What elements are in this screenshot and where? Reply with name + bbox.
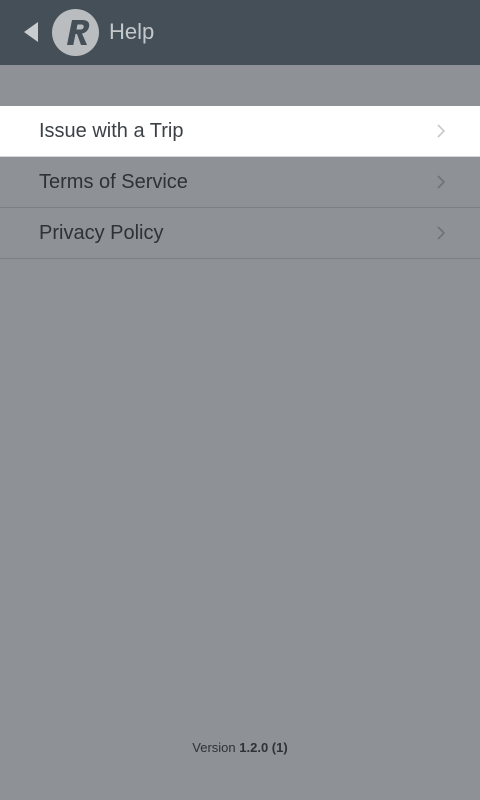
chevron-right-icon: [437, 226, 446, 240]
menu-item-label: Issue with a Trip: [39, 120, 184, 142]
r-logo-icon[interactable]: [52, 9, 99, 56]
menu-item-privacy-policy[interactable]: Privacy Policy: [0, 208, 480, 259]
app-header: Help: [0, 0, 480, 65]
menu-item-label: Terms of Service: [39, 171, 188, 193]
menu-item-label: Privacy Policy: [39, 222, 164, 244]
header-spacer: [0, 65, 480, 106]
back-arrow-icon[interactable]: [24, 22, 38, 42]
version-number: 1.2.0 (1): [239, 740, 288, 755]
chevron-right-icon: [437, 175, 446, 189]
version-text: Version 1.2.0 (1): [0, 740, 480, 755]
chevron-right-icon: [437, 124, 446, 138]
menu-item-terms-of-service[interactable]: Terms of Service: [0, 157, 480, 208]
version-label: Version: [192, 740, 236, 755]
help-menu: Issue with a Trip Terms of Service Priva…: [0, 106, 480, 259]
page-title: Help: [109, 19, 155, 44]
menu-item-issue-with-trip[interactable]: Issue with a Trip: [0, 106, 480, 157]
